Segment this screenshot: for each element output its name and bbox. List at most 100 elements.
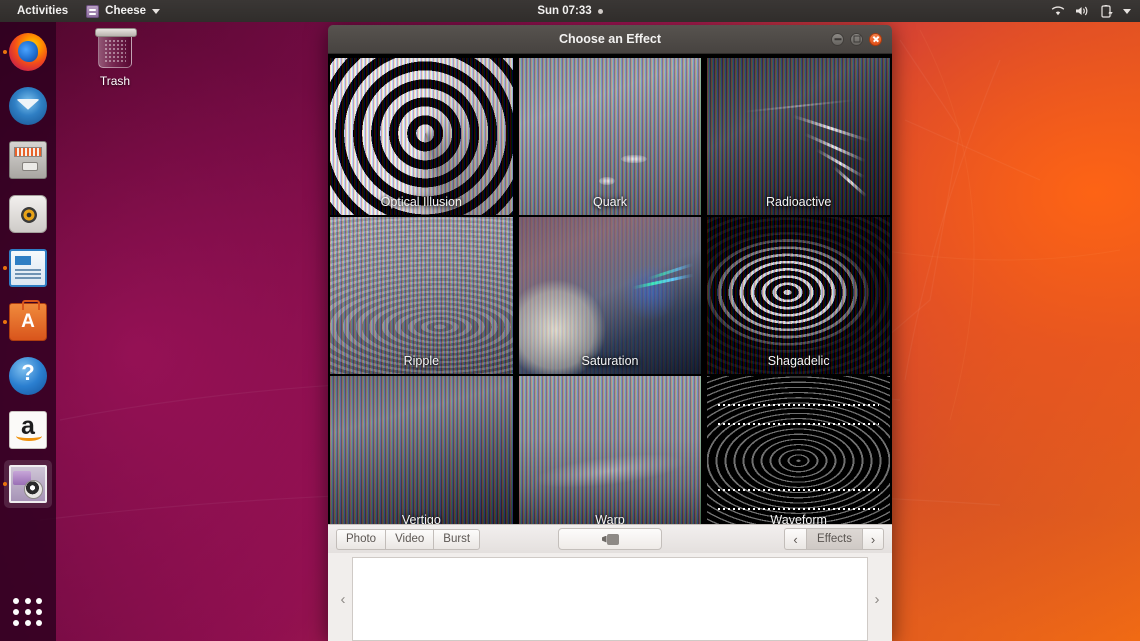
cheese-icon — [86, 5, 99, 18]
capture-button[interactable] — [558, 528, 662, 550]
window-titlebar[interactable]: Choose an Effect — [328, 25, 892, 54]
dock-item-firefox[interactable] — [4, 28, 52, 76]
mode-burst-button[interactable]: Burst — [433, 529, 480, 550]
notification-dot-icon — [598, 9, 603, 14]
effects-chooser: Optical Illusion Quark — [328, 54, 892, 524]
show-applications-button[interactable] — [13, 597, 43, 627]
effect-label: Vertigo — [328, 513, 515, 524]
dock-item-thunderbird[interactable] — [4, 82, 52, 130]
running-indicator-icon — [3, 50, 7, 54]
effect-tile-optical-illusion[interactable]: Optical Illusion — [328, 58, 515, 215]
dock-item-help[interactable] — [4, 352, 52, 400]
strip-prev-button[interactable]: ‹ — [334, 591, 352, 608]
dock-item-rhythmbox[interactable] — [4, 190, 52, 238]
cheese-app-icon — [9, 465, 47, 503]
effects-toggle-button[interactable]: Effects — [806, 528, 862, 550]
effect-label: Saturation — [517, 354, 704, 368]
clock-button[interactable]: Sun 07:33 — [528, 0, 611, 22]
dock-items — [4, 22, 52, 508]
dock-item-amazon[interactable] — [4, 406, 52, 454]
desktop-screen: Activities Cheese Sun 07:33 — [0, 0, 1140, 641]
running-indicator-icon — [3, 266, 7, 270]
running-indicator-icon — [3, 320, 7, 324]
launcher-dock — [0, 22, 56, 641]
effects-nav-group: ‹ Effects › — [784, 528, 884, 550]
amazon-icon — [9, 411, 47, 449]
chevron-down-icon — [152, 9, 160, 14]
effect-label: Shagadelic — [705, 354, 892, 368]
help-icon — [9, 357, 47, 395]
effect-preview — [330, 217, 513, 374]
scanline-overlay — [707, 217, 890, 374]
thunderbird-icon — [9, 87, 47, 125]
dock-item-cheese[interactable] — [4, 460, 52, 508]
window-controls — [831, 33, 892, 46]
effect-tile-warp[interactable]: Warp — [517, 376, 704, 524]
trash-label: Trash — [86, 74, 144, 88]
top-bar-left: Activities Cheese — [0, 0, 169, 22]
app-menu-label: Cheese — [105, 5, 146, 17]
files-icon — [9, 141, 47, 179]
cheese-toolbar: Photo Video Burst ‹ Effects › — [328, 524, 892, 553]
effect-tile-vertigo[interactable]: Vertigo — [328, 376, 515, 524]
scanline-overlay — [519, 217, 702, 374]
effects-next-button[interactable]: › — [862, 528, 884, 550]
trash-icon — [98, 32, 132, 68]
scanline-overlay — [330, 217, 513, 374]
waveform-pattern-icon — [707, 376, 890, 524]
scanline-overlay — [330, 376, 513, 524]
minimize-button[interactable] — [831, 33, 844, 46]
libreoffice-writer-icon — [9, 249, 47, 287]
capture-mode-group: Photo Video Burst — [336, 529, 480, 550]
effect-preview — [519, 376, 702, 524]
dock-item-files[interactable] — [4, 136, 52, 184]
firefox-icon — [9, 33, 47, 71]
camera-icon — [602, 534, 619, 545]
effect-preview — [707, 58, 890, 215]
effect-preview — [707, 217, 890, 374]
strip-content[interactable] — [352, 557, 868, 641]
system-menu-chevron-icon[interactable] — [1123, 9, 1131, 14]
effects-grid: Optical Illusion Quark — [328, 54, 892, 524]
effect-tile-radioactive[interactable]: Radioactive — [705, 58, 892, 215]
effect-tile-saturation[interactable]: Saturation — [517, 217, 704, 374]
effect-preview — [330, 376, 513, 524]
desktop-icon-trash[interactable]: Trash — [86, 32, 144, 88]
effect-label: Quark — [517, 195, 704, 209]
effect-tile-waveform[interactable]: Waveform — [705, 376, 892, 524]
clock-label: Sun 07:33 — [537, 5, 591, 17]
mode-video-button[interactable]: Video — [385, 529, 433, 550]
top-bar-clock-area: Sun 07:33 — [0, 0, 1140, 22]
strip-next-button[interactable]: › — [868, 591, 886, 608]
effect-preview — [330, 58, 513, 215]
maximize-button[interactable] — [850, 33, 863, 46]
app-menu-button[interactable]: Cheese — [77, 0, 169, 22]
activities-label: Activities — [17, 5, 68, 17]
cheese-window: Choose an Effect Optical Illusion — [328, 25, 892, 641]
rhythmbox-icon — [9, 195, 47, 233]
ubuntu-software-icon — [9, 303, 47, 341]
dock-item-ubuntu-software[interactable] — [4, 298, 52, 346]
scanline-overlay — [519, 58, 702, 215]
close-button[interactable] — [869, 33, 882, 46]
effect-preview — [519, 58, 702, 215]
effect-tile-ripple[interactable]: Ripple — [328, 217, 515, 374]
dock-item-libreoffice-writer[interactable] — [4, 244, 52, 292]
top-bar: Activities Cheese Sun 07:33 — [0, 0, 1140, 22]
scanline-overlay — [519, 376, 702, 524]
system-indicators[interactable] — [1051, 5, 1140, 18]
scanline-overlay — [707, 58, 890, 215]
battery-icon — [1100, 5, 1113, 18]
window-title: Choose an Effect — [328, 32, 892, 46]
activities-button[interactable]: Activities — [8, 0, 77, 22]
scanline-overlay — [330, 58, 513, 215]
running-indicator-icon — [3, 482, 7, 486]
effect-tile-quark[interactable]: Quark — [517, 58, 704, 215]
mode-photo-button[interactable]: Photo — [336, 529, 385, 550]
effect-label: Ripple — [328, 354, 515, 368]
effect-label: Waveform — [705, 513, 892, 524]
effects-prev-button[interactable]: ‹ — [784, 528, 806, 550]
effect-label: Optical Illusion — [328, 195, 515, 209]
effect-tile-shagadelic[interactable]: Shagadelic — [705, 217, 892, 374]
effect-preview — [519, 217, 702, 374]
